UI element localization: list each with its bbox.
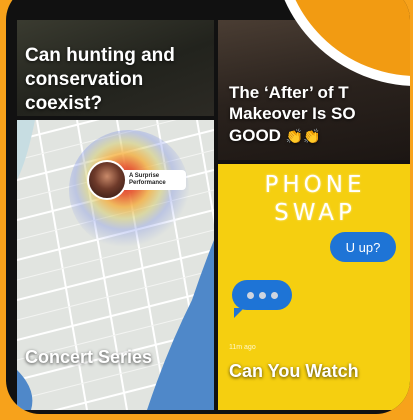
typing-bubble bbox=[232, 280, 292, 318]
typing-dot bbox=[246, 291, 254, 299]
clapping-hands-icon: 👏👏 bbox=[285, 127, 321, 144]
story-tile-map[interactable]: A Surprise Performance Concert Series bbox=[17, 120, 214, 410]
map-pin-label: A Surprise Performance bbox=[119, 169, 186, 191]
discover-feed: Can hunting and conservation coexist? Th… bbox=[6, 0, 410, 414]
story-headline: Can hunting and conservation coexist? bbox=[25, 45, 175, 114]
story-tile-hunting[interactable]: Can hunting and conservation coexist? bbox=[17, 20, 214, 116]
typing-dot bbox=[258, 291, 266, 299]
story-tile-phone-swap[interactable]: PHONE SWAP U up? 11m ago Can You Watch bbox=[218, 164, 410, 410]
story-headline: The ‘After’ of T Makeover Is SO GOOD 👏👏 bbox=[229, 83, 356, 145]
typing-dot bbox=[270, 291, 278, 299]
banner-line: SWAP bbox=[274, 200, 356, 226]
timestamp: 11m ago bbox=[229, 344, 256, 351]
avatar bbox=[87, 160, 127, 200]
story-headline: Can You Watch bbox=[229, 361, 359, 381]
map-pin[interactable]: A Surprise Performance bbox=[87, 160, 186, 200]
banner-line: PHONE bbox=[264, 172, 366, 198]
message-bubble: U up? bbox=[330, 232, 396, 262]
story-headline: Concert Series bbox=[25, 347, 153, 367]
